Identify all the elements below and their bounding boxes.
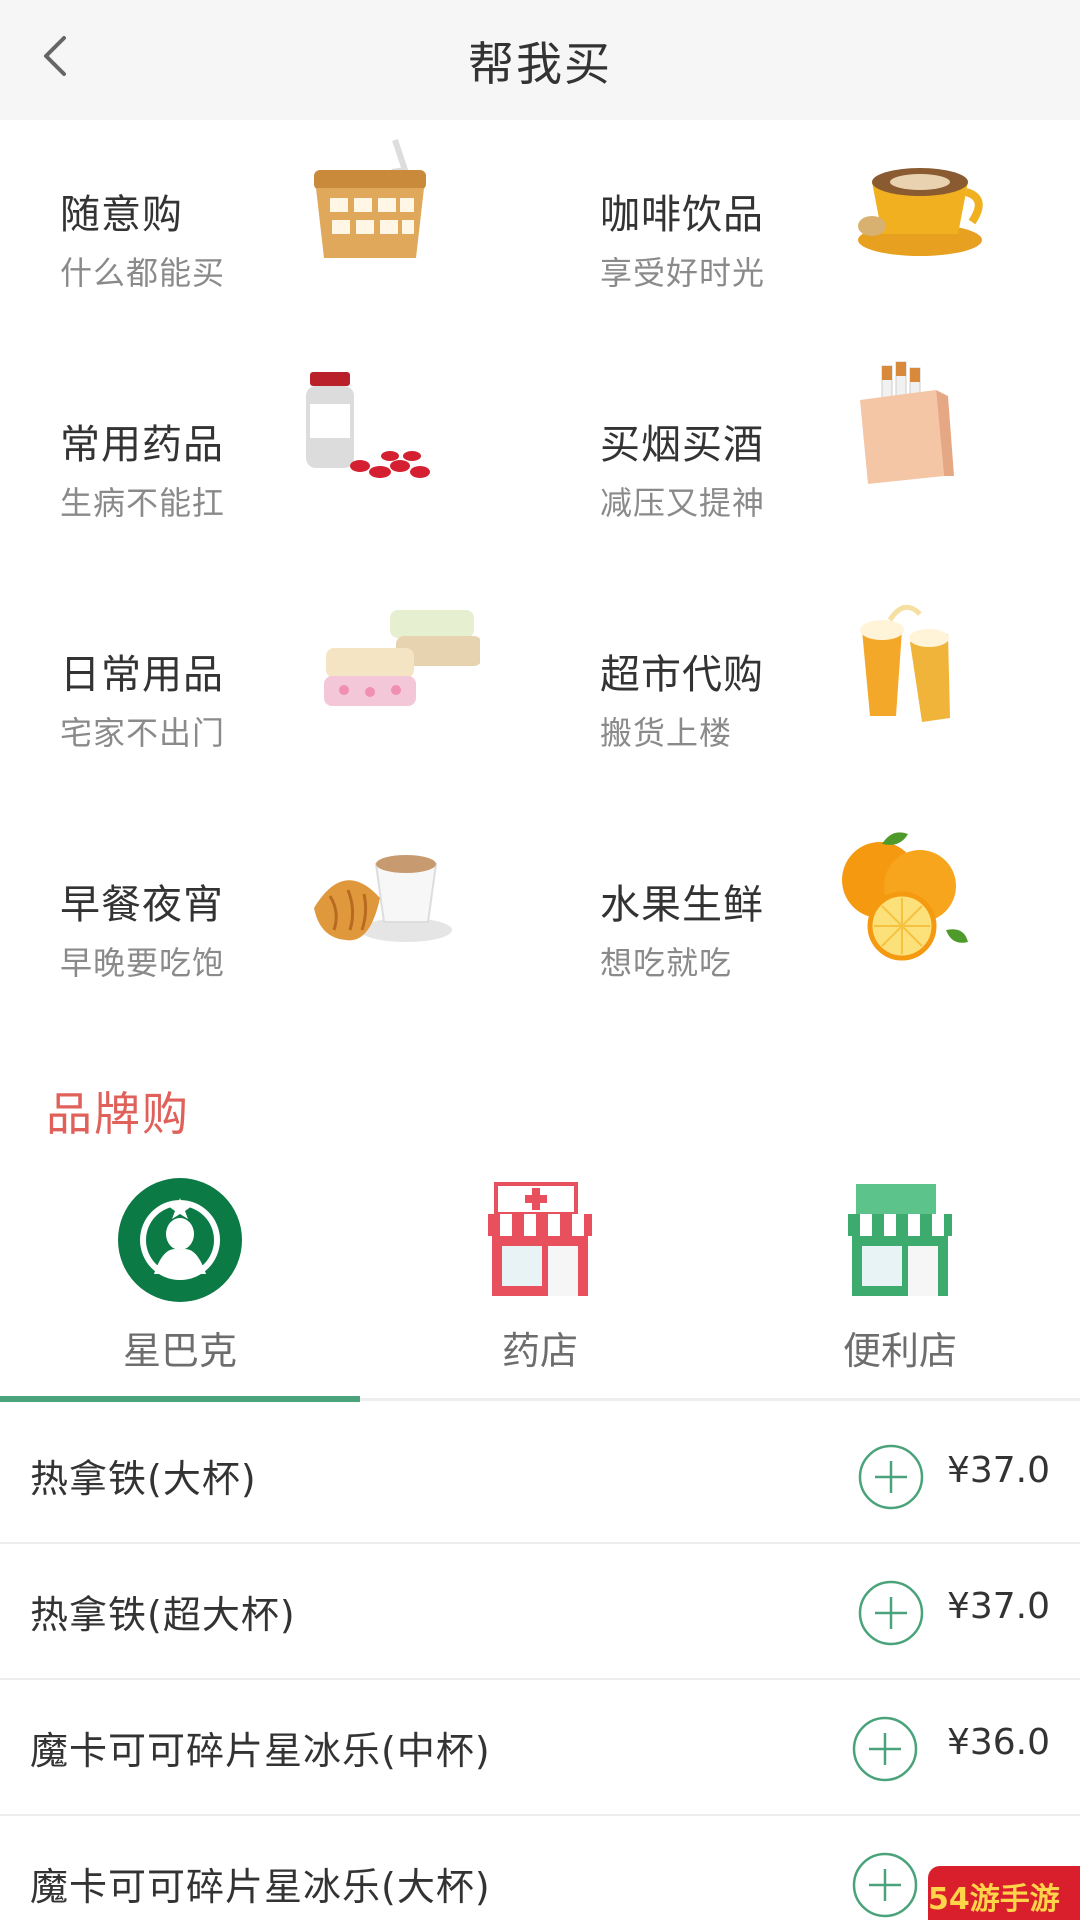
category-subtitle: 减压又提神 bbox=[600, 484, 766, 522]
category-name: 买烟买酒 bbox=[600, 422, 764, 468]
pharmacy-store-icon bbox=[488, 1182, 592, 1296]
category-item[interactable]: 早餐夜宵 早晚要吃饱 bbox=[0, 810, 540, 1040]
category-name: 日常用品 bbox=[60, 652, 224, 698]
brand-label: 药店 bbox=[501, 1329, 578, 1373]
category-subtitle: 搬货上楼 bbox=[600, 714, 733, 752]
add-circle-icon[interactable] bbox=[858, 1444, 924, 1510]
category-name: 早餐夜宵 bbox=[60, 882, 224, 928]
oranges-icon bbox=[842, 832, 968, 961]
medicine-bottle-icon bbox=[306, 372, 430, 478]
starbucks-logo-icon bbox=[118, 1178, 242, 1302]
active-tab-indicator bbox=[0, 1396, 360, 1402]
page-title: 帮我买 bbox=[468, 37, 612, 91]
category-item[interactable]: 日常用品 宅家不出门 bbox=[0, 580, 540, 810]
beer-glasses-icon bbox=[860, 604, 950, 722]
category-name: 常用药品 bbox=[60, 422, 224, 468]
list-item: 魔卡可可碎片星冰乐(中杯) ¥36.0 bbox=[0, 1680, 1080, 1816]
add-circle-icon[interactable] bbox=[852, 1852, 918, 1918]
add-circle-icon[interactable] bbox=[858, 1580, 924, 1646]
towels-icon bbox=[324, 610, 480, 706]
product-name: 魔卡可可碎片星冰乐(大杯) bbox=[30, 1865, 491, 1909]
watermark-logo: 54游手游网 bbox=[928, 1866, 1080, 1920]
category-item[interactable]: 咖啡饮品 享受好时光 bbox=[540, 120, 1080, 350]
category-subtitle: 享受好时光 bbox=[600, 254, 766, 292]
coffee-cup-icon bbox=[858, 168, 983, 256]
brand-label: 星巴克 bbox=[122, 1329, 237, 1373]
header-bar: 帮我买 bbox=[0, 0, 1080, 120]
category-subtitle: 生病不能扛 bbox=[60, 484, 226, 522]
category-item[interactable]: 随意购 什么都能买 bbox=[0, 120, 540, 350]
category-item[interactable]: 水果生鲜 想吃就吃 bbox=[540, 810, 1080, 1040]
brand-section-title: 品牌购 bbox=[46, 1087, 190, 1141]
category-item[interactable]: 买烟买酒 减压又提神 bbox=[540, 350, 1080, 580]
shopping-basket-icon bbox=[314, 139, 426, 258]
list-item: 魔卡可可碎片星冰乐(大杯) bbox=[0, 1816, 1080, 1920]
product-name: 热拿铁(超大杯) bbox=[30, 1593, 296, 1637]
watermark-text: 54游手游网 bbox=[928, 1882, 1060, 1917]
category-item[interactable]: 超市代购 搬货上楼 bbox=[540, 580, 1080, 810]
croissant-coffee-icon bbox=[314, 855, 452, 942]
convenience-store-icon bbox=[848, 1184, 952, 1296]
brand-tab-starbucks[interactable]: 星巴克 bbox=[0, 1170, 360, 1373]
product-name: 热拿铁(大杯) bbox=[30, 1457, 257, 1501]
brand-tab-convenience[interactable]: 便利店 bbox=[720, 1170, 1080, 1373]
product-price: ¥36.0 bbox=[946, 1722, 1050, 1763]
cigarette-pack-icon bbox=[860, 361, 954, 484]
category-name: 超市代购 bbox=[600, 652, 764, 698]
list-item: 热拿铁(大杯) ¥37.0 bbox=[0, 1408, 1080, 1544]
category-subtitle: 什么都能买 bbox=[60, 254, 226, 292]
add-circle-icon[interactable] bbox=[852, 1716, 918, 1782]
brand-tab-pharmacy[interactable]: 药店 bbox=[360, 1170, 720, 1373]
category-name: 咖啡饮品 bbox=[600, 192, 764, 238]
category-subtitle: 早晚要吃饱 bbox=[60, 944, 226, 982]
category-name: 随意购 bbox=[60, 192, 183, 238]
category-item[interactable]: 常用药品 生病不能扛 bbox=[0, 350, 540, 580]
product-name: 魔卡可可碎片星冰乐(中杯) bbox=[30, 1729, 491, 1773]
list-item: 热拿铁(超大杯) ¥37.0 bbox=[0, 1544, 1080, 1680]
category-subtitle: 宅家不出门 bbox=[60, 714, 226, 752]
product-price: ¥37.0 bbox=[946, 1450, 1050, 1491]
category-subtitle: 想吃就吃 bbox=[600, 944, 733, 982]
product-price: ¥37.0 bbox=[946, 1586, 1050, 1627]
category-name: 水果生鲜 bbox=[600, 882, 764, 928]
brand-label: 便利店 bbox=[842, 1329, 957, 1373]
